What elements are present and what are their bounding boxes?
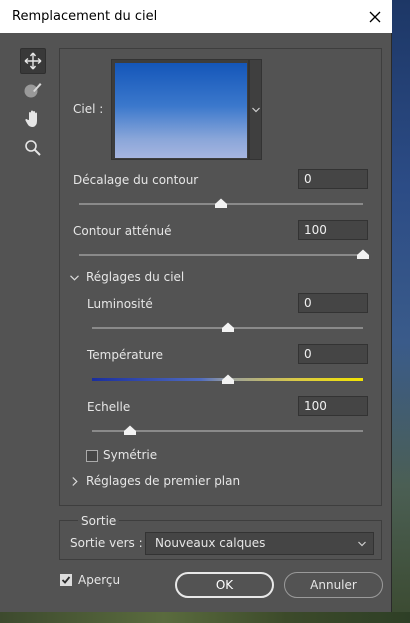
fade-edge-slider-track[interactable] bbox=[79, 254, 363, 256]
chevron-right-icon bbox=[72, 477, 78, 486]
move-tool[interactable] bbox=[20, 48, 46, 74]
preview-label: Aperçu bbox=[78, 573, 121, 587]
tool-panel bbox=[20, 48, 50, 164]
move-icon bbox=[24, 52, 42, 70]
sky-replacement-dialog: Remplacement du ciel Ciel: Décalage du … bbox=[0, 0, 392, 612]
brush-icon bbox=[24, 83, 42, 98]
edge-shift-input[interactable]: 0 bbox=[298, 169, 368, 189]
sky-preset-thumbnail[interactable] bbox=[111, 59, 249, 160]
output-to-label: Sortie vers : bbox=[70, 536, 143, 550]
checkmark-icon bbox=[61, 576, 71, 584]
foreground-adjustments-label: Réglages de premier plan bbox=[86, 474, 241, 488]
temperature-label: Température bbox=[87, 348, 164, 362]
fade-edge-label: Contour atténué bbox=[73, 224, 172, 238]
edge-shift-label: Décalage du contour bbox=[73, 173, 199, 187]
chevron-down-icon bbox=[358, 541, 366, 547]
sky-label: Ciel : bbox=[73, 102, 104, 116]
sky-preview-image bbox=[115, 63, 247, 158]
background-image-bottom bbox=[0, 612, 410, 623]
close-button[interactable] bbox=[362, 4, 388, 30]
sky-preset-dropdown[interactable] bbox=[249, 59, 262, 160]
output-to-select[interactable]: Nouveaux calques bbox=[145, 532, 374, 555]
output-to-value: Nouveaux calques bbox=[155, 536, 266, 550]
cancel-button[interactable]: Annuler bbox=[284, 572, 383, 598]
chevron-down-icon bbox=[251, 107, 260, 112]
scale-input[interactable]: 100 bbox=[298, 396, 368, 416]
hand-icon bbox=[25, 110, 37, 127]
preview-checkbox[interactable] bbox=[60, 574, 72, 586]
ok-button[interactable]: OK bbox=[175, 572, 274, 598]
flip-checkbox[interactable] bbox=[86, 450, 98, 462]
close-icon bbox=[369, 11, 381, 23]
flip-label: Symétrie bbox=[103, 448, 158, 462]
fade-edge-input[interactable]: 100 bbox=[298, 220, 368, 240]
brightness-input[interactable]: 0 bbox=[298, 293, 368, 313]
hand-tool[interactable] bbox=[20, 106, 46, 132]
output-group-label: Sortie bbox=[78, 514, 120, 528]
chevron-down-icon bbox=[70, 275, 79, 281]
temperature-input[interactable]: 0 bbox=[298, 344, 368, 364]
background-image-right bbox=[392, 0, 410, 623]
sky-brush-tool[interactable] bbox=[20, 77, 46, 103]
zoom-icon bbox=[25, 140, 41, 156]
scale-label: Echelle bbox=[87, 400, 131, 414]
zoom-tool[interactable] bbox=[20, 135, 46, 161]
dialog-title: Remplacement du ciel bbox=[12, 9, 158, 24]
brightness-label: Luminosité bbox=[87, 297, 153, 311]
sky-adjustments-label: Réglages du ciel bbox=[86, 270, 185, 284]
title-bar: Remplacement du ciel bbox=[0, 0, 392, 33]
